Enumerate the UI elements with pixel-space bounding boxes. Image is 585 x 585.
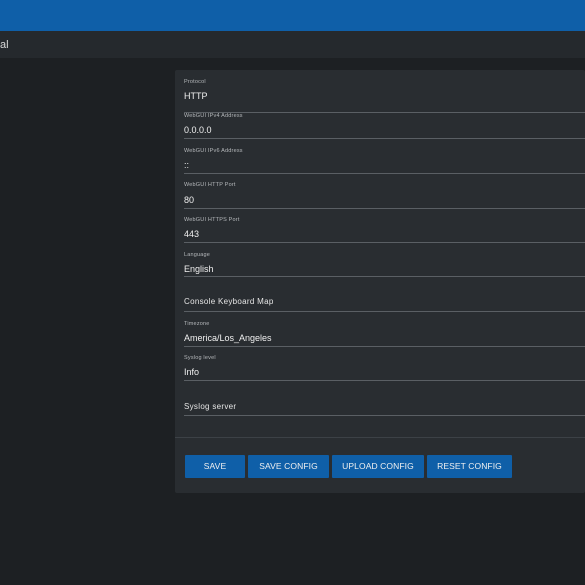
ipv4-address-value: 0.0.0.0	[184, 125, 212, 135]
reset-config-button[interactable]: RESET CONFIG	[427, 455, 512, 478]
breadcrumb-bar: al	[0, 31, 585, 58]
syslog-level-label: Syslog level	[184, 355, 216, 361]
syslog-server-field[interactable]: Syslog server	[184, 390, 585, 416]
ipv6-address-label: WebGUI IPv6 Address	[184, 148, 243, 154]
ipv6-address-value: ::	[184, 160, 190, 170]
upload-config-button[interactable]: UPLOAD CONFIG	[332, 455, 424, 478]
http-port-label: WebGUI HTTP Port	[184, 182, 236, 188]
breadcrumb: al	[0, 39, 9, 51]
top-app-bar	[0, 0, 585, 31]
ipv4-address-field[interactable]: WebGUI IPv4 Address 0.0.0.0	[184, 113, 585, 139]
form-divider	[175, 437, 585, 438]
language-label: Language	[184, 252, 211, 258]
protocol-label: Protocol	[184, 79, 206, 85]
syslog-server-placeholder: Syslog server	[184, 402, 237, 411]
ipv4-address-label: WebGUI IPv4 Address	[184, 113, 243, 119]
protocol-select[interactable]: Protocol HTTP	[184, 79, 585, 113]
syslog-level-select[interactable]: Syslog level Info	[184, 355, 585, 381]
save-button[interactable]: SAVE	[185, 455, 245, 478]
timezone-value: America/Los_Angeles	[184, 333, 272, 343]
https-port-field[interactable]: WebGUI HTTPS Port 443	[184, 217, 585, 243]
console-keyboard-map-placeholder: Console Keyboard Map	[184, 297, 274, 306]
save-config-button[interactable]: SAVE CONFIG	[248, 455, 329, 478]
https-port-label: WebGUI HTTPS Port	[184, 217, 240, 223]
general-settings-form: Protocol HTTP WebGUI IPv4 Address 0.0.0.…	[175, 70, 585, 493]
ipv6-address-field[interactable]: WebGUI IPv6 Address ::	[184, 148, 585, 174]
http-port-value: 80	[184, 195, 195, 205]
protocol-value: HTTP	[184, 91, 208, 101]
http-port-field[interactable]: WebGUI HTTP Port 80	[184, 182, 585, 209]
https-port-value: 443	[184, 229, 200, 239]
language-select[interactable]: Language English	[184, 252, 585, 277]
console-keyboard-map-select[interactable]: Console Keyboard Map	[184, 286, 585, 312]
language-value: English	[184, 264, 214, 274]
timezone-select[interactable]: Timezone America/Los_Angeles	[184, 321, 585, 347]
timezone-label: Timezone	[184, 321, 210, 327]
syslog-level-value: Info	[184, 367, 200, 377]
